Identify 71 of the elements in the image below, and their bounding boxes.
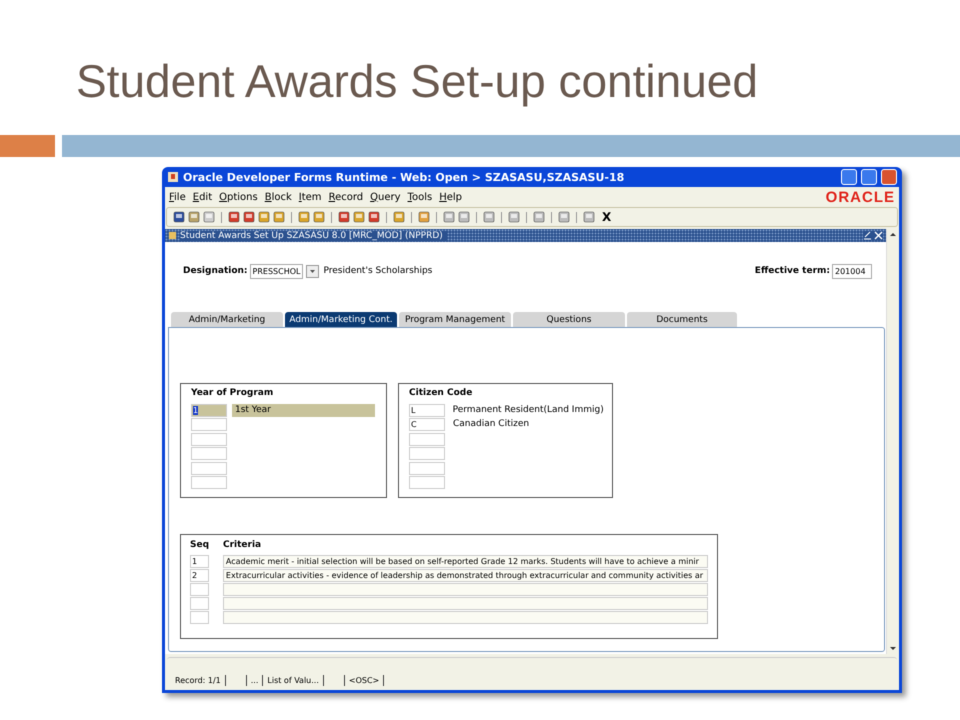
code-field[interactable] xyxy=(409,432,445,446)
status-text: <OSC> xyxy=(344,675,384,686)
column-header: Criteria xyxy=(223,540,262,550)
code-field[interactable] xyxy=(409,462,445,475)
accent-bar xyxy=(0,135,55,157)
group-title: Citizen Code xyxy=(409,388,474,398)
menu-item[interactable]: Item xyxy=(298,192,322,202)
seq-field[interactable]: 2 xyxy=(190,568,209,582)
criteria-field[interactable] xyxy=(222,596,708,610)
column-header: Seq xyxy=(190,540,209,550)
app-icon xyxy=(167,171,179,183)
form-title: Student Awards Set Up SZASASU 8.0 [MRC_MOD] (NPPRD) xyxy=(180,230,447,240)
code-field[interactable]: L xyxy=(409,404,445,417)
seq-field[interactable] xyxy=(190,596,209,610)
description-text: Canadian Citizen xyxy=(452,418,530,432)
code-field[interactable] xyxy=(191,462,227,475)
toolbar-icon[interactable] xyxy=(338,211,350,223)
menu-item[interactable]: Help xyxy=(439,192,462,202)
seq-field[interactable] xyxy=(190,610,209,624)
toolbar-icon[interactable] xyxy=(243,211,255,223)
code-field[interactable]: 1 xyxy=(191,404,227,417)
slide-title: Student Awards Set-up continued xyxy=(75,54,759,109)
criteria-field[interactable]: Academic merit - initial selection will be based on self-reported Grade 12 marks. Students will have to achieve a minir xyxy=(222,554,708,568)
code-field[interactable] xyxy=(191,447,227,460)
designation-description: President's Scholarships xyxy=(323,266,432,276)
scrollbar[interactable] xyxy=(886,229,899,654)
status-text: List of Valu... xyxy=(263,675,324,686)
toolbar-icon[interactable] xyxy=(228,211,240,223)
code-field[interactable] xyxy=(409,447,445,460)
logo: ORACLE xyxy=(826,188,895,206)
tab[interactable]: Documents xyxy=(627,312,737,327)
form-icon xyxy=(168,231,177,240)
criteria-field[interactable] xyxy=(222,610,708,624)
description-text: 1st Year xyxy=(232,404,375,417)
seq-field[interactable] xyxy=(190,582,209,596)
criteria-field[interactable] xyxy=(222,582,708,596)
code-field[interactable] xyxy=(409,476,445,490)
seq-field[interactable]: 1 xyxy=(190,554,209,568)
minimize-button[interactable] xyxy=(841,169,857,185)
toolbar-icon[interactable] xyxy=(368,211,380,223)
menu-item[interactable]: Block xyxy=(264,192,292,202)
code-field[interactable] xyxy=(191,476,227,490)
code-field[interactable] xyxy=(191,432,227,446)
tab[interactable]: Questions xyxy=(513,312,625,327)
field-label: Effective term: xyxy=(754,266,830,276)
window-title: Oracle Developer Forms Runtime - Web: Open > SZASASU,SZASASU-18 xyxy=(183,170,626,184)
status-text: Record: 1/1 xyxy=(171,675,226,686)
maximize-button[interactable] xyxy=(861,169,877,185)
menu-item[interactable]: File xyxy=(169,192,186,202)
code-field[interactable] xyxy=(191,418,227,432)
code-field[interactable]: C xyxy=(409,418,445,432)
tab[interactable]: Admin/Marketing xyxy=(171,312,283,327)
menu-item[interactable]: Edit xyxy=(192,192,212,202)
close-button[interactable] xyxy=(881,169,897,185)
tab[interactable]: Admin/Marketing Cont. xyxy=(285,312,397,327)
status-text: ... xyxy=(246,675,264,686)
exit-button[interactable]: X xyxy=(602,210,612,224)
menu-item[interactable]: Options xyxy=(219,192,258,202)
field-label: Designation: xyxy=(183,266,248,276)
criteria-field[interactable]: Extracurricular activities - evidence of leadership as demonstrated through extracurricular and community activities ar xyxy=(222,568,708,582)
description-text: Permanent Resident(Land Immig) xyxy=(452,404,602,417)
menu-item[interactable]: Tools xyxy=(408,192,432,202)
menu-item[interactable]: Record xyxy=(328,192,364,202)
effective-term-field[interactable]: 201004 xyxy=(832,264,872,278)
group-title: Year of Program xyxy=(191,388,274,398)
dropdown-button[interactable] xyxy=(306,264,320,278)
minimize-icon[interactable] xyxy=(863,231,872,240)
close-icon[interactable] xyxy=(874,231,883,240)
tab[interactable]: Program Management xyxy=(399,312,511,327)
menu-item[interactable]: Query xyxy=(370,192,401,202)
designation-field[interactable]: PRESSCHOL xyxy=(250,264,304,278)
